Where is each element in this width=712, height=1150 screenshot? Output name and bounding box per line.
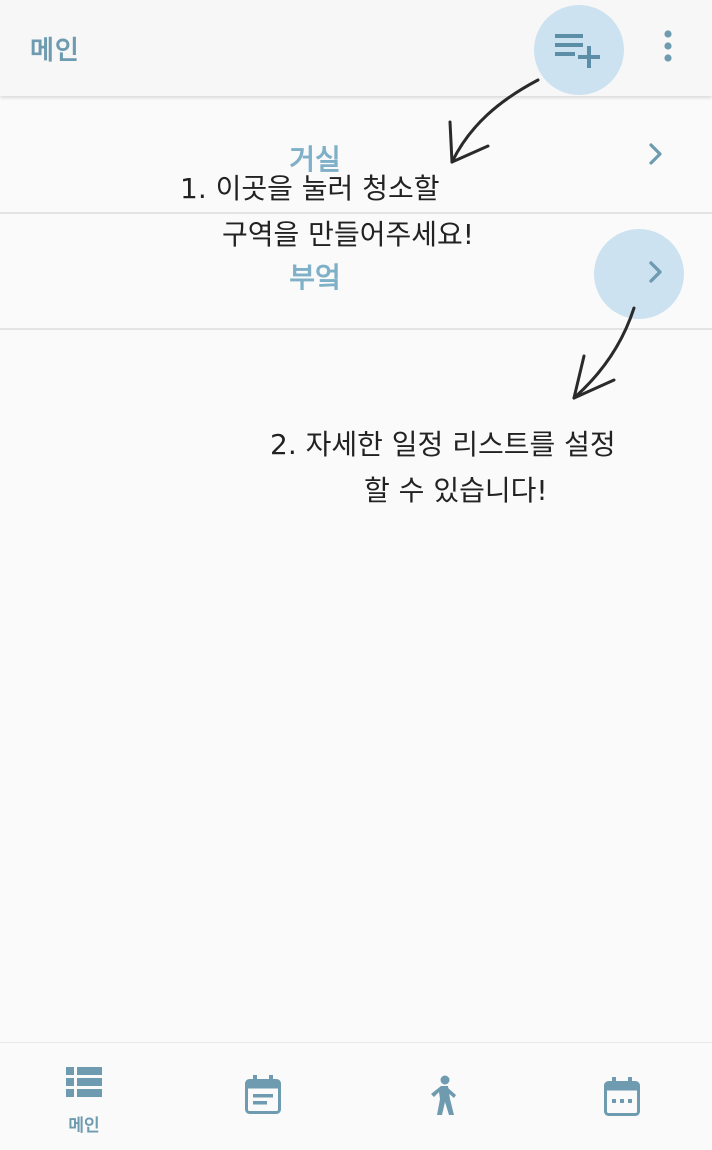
nav-tab-calendar[interactable] (534, 1043, 712, 1150)
chevron-right-icon[interactable] (642, 258, 670, 286)
add-room-button[interactable] (534, 5, 624, 95)
view-list-icon (66, 1067, 102, 1097)
tutorial-highlight (594, 229, 684, 319)
bottom-navigation: 메인 (0, 1042, 712, 1150)
more-vert-icon (664, 30, 672, 62)
tutorial-step2-line1: 2. 자세한 일정 리스트를 설정 (270, 428, 616, 461)
page-title: 메인 (30, 36, 80, 66)
nav-tab-activity[interactable] (356, 1043, 534, 1150)
nav-tab-main-label: 메인 (68, 1116, 100, 1136)
room-label: 부엌 (289, 261, 341, 294)
tutorial-step1-line1: 1. 이곳을 눌러 청소할 (180, 172, 440, 205)
app-bar: 메인 (0, 0, 712, 96)
chevron-right-icon[interactable] (642, 140, 670, 168)
nav-tab-schedule[interactable] (178, 1043, 356, 1150)
calendar-dots-icon (604, 1077, 640, 1116)
playlist-add-icon (555, 34, 600, 68)
event-note-icon (245, 1075, 281, 1114)
more-options-button[interactable] (648, 22, 688, 70)
tutorial-step2-line2: 할 수 있습니다! (364, 474, 548, 507)
walking-icon (431, 1075, 456, 1115)
nav-tab-main[interactable]: 메인 (0, 1043, 178, 1150)
tutorial-step1-line2: 구역을 만들어주세요! (222, 218, 474, 251)
